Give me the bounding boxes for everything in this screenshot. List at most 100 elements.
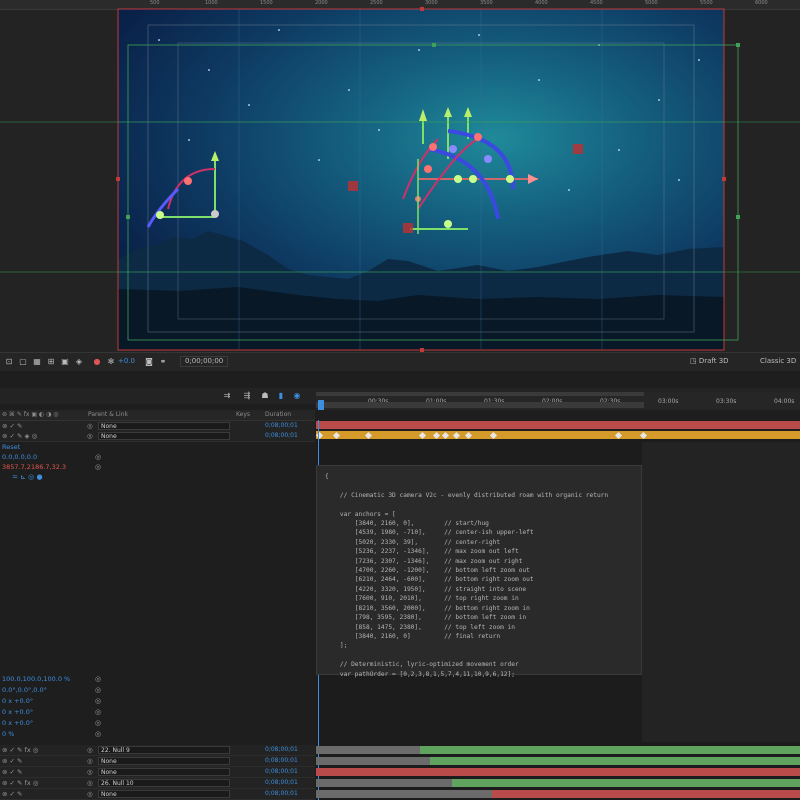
time-ruler[interactable]: 00:30s 01:00s 01:30s 02:00s 02:30s 03:00… bbox=[316, 392, 800, 410]
layer-switches[interactable]: ⊚ ✓ ✎ ◈ ◎ bbox=[2, 432, 37, 440]
layer-duration[interactable]: 0;08;00;01 bbox=[265, 779, 298, 786]
playhead[interactable] bbox=[318, 400, 324, 410]
opacity-value[interactable]: 0 % bbox=[2, 730, 14, 738]
pickwhip-icon[interactable]: ◎ bbox=[87, 432, 93, 440]
position-value[interactable]: 3857.7,2186.7,32.3 bbox=[2, 463, 66, 471]
renderer-mode[interactable]: Classic 3D bbox=[760, 357, 796, 365]
layer-bar[interactable] bbox=[492, 790, 800, 798]
layer-switches[interactable]: ⊚ ✓ ✎ bbox=[2, 768, 22, 776]
stopwatch-icon[interactable]: ◎ bbox=[95, 686, 101, 694]
pickwhip-icon[interactable]: ◎ bbox=[87, 779, 93, 787]
point-of-interest-value[interactable]: 0.0,0.0,0.0 bbox=[2, 453, 37, 461]
exposure-reset-icon[interactable]: ✻ bbox=[106, 357, 116, 367]
layer-bar[interactable] bbox=[316, 768, 800, 776]
parent-link-header[interactable]: Parent & Link bbox=[88, 411, 128, 418]
layer-switches[interactable]: ⊚ ✓ ✎ bbox=[2, 422, 22, 430]
layer-duration[interactable]: 0;08;00;01 bbox=[265, 790, 298, 797]
region-of-interest-icon[interactable]: ▢ bbox=[18, 357, 28, 367]
parent-dropdown[interactable]: None bbox=[98, 756, 230, 765]
stopwatch-icon[interactable]: ◎ bbox=[95, 708, 101, 716]
z-rotation-value[interactable]: 0 x +0.0° bbox=[2, 719, 33, 727]
parent-dropdown[interactable]: 26. Null 10 bbox=[98, 778, 230, 787]
layer-switches[interactable]: ⊚ ✓ ✎ bbox=[2, 790, 22, 798]
keyframe[interactable] bbox=[452, 431, 461, 440]
color-management-icon[interactable]: ● bbox=[92, 357, 102, 367]
expression-editor[interactable]: { // Cinematic 3D camera V2c - evenly di… bbox=[316, 465, 642, 678]
transparency-grid-icon[interactable]: ▦ bbox=[32, 357, 42, 367]
stopwatch-icon[interactable]: ◎ bbox=[95, 719, 101, 727]
x-rotation-value[interactable]: 0 x +0.0° bbox=[2, 697, 33, 705]
draft-3d-toggle-icon[interactable]: ⇶ bbox=[242, 391, 252, 401]
show-snapshot-icon[interactable]: ⚭ bbox=[158, 357, 168, 367]
keyframe[interactable] bbox=[432, 431, 441, 440]
stopwatch-icon[interactable]: ◎ bbox=[95, 463, 101, 471]
scale-value[interactable]: 100.0,100.0,100.0 % bbox=[2, 675, 70, 683]
snapshot-icon[interactable]: ◙ bbox=[144, 357, 154, 367]
keyframe[interactable] bbox=[364, 431, 373, 440]
layer-row[interactable]: ⊚ ✓ ✎ ◎ None 0;08;00;01 bbox=[0, 789, 315, 800]
layer-duration[interactable]: 0;08;00;01 bbox=[265, 768, 298, 775]
current-time[interactable]: 0;00;00;00 bbox=[180, 356, 229, 367]
layer-bar[interactable] bbox=[316, 746, 420, 754]
stopwatch-icon[interactable]: ◎ bbox=[95, 730, 101, 738]
toggle-mask-icon[interactable]: ⊡ bbox=[4, 357, 14, 367]
exposure-value[interactable]: +0.0 bbox=[118, 357, 135, 365]
layer-switches[interactable]: ⊚ ✓ ✎ fx ◎ bbox=[2, 746, 38, 754]
layer-bar[interactable] bbox=[316, 421, 800, 429]
renderer-toggle[interactable]: ◳ Draft 3D bbox=[690, 357, 729, 365]
pickwhip-icon[interactable]: ◎ bbox=[87, 746, 93, 754]
layer-bar[interactable] bbox=[452, 779, 800, 787]
motion-blur-icon[interactable]: ◉ bbox=[292, 391, 302, 401]
stopwatch-icon[interactable]: ◎ bbox=[95, 697, 101, 705]
pickwhip-icon[interactable]: ◎ bbox=[87, 757, 93, 765]
parent-dropdown[interactable]: None bbox=[98, 431, 230, 440]
expression-controls-icon[interactable]: = ⊾ ◎ ● bbox=[12, 473, 43, 481]
pickwhip-icon[interactable]: ◎ bbox=[87, 422, 93, 430]
layer-bar[interactable] bbox=[315, 431, 800, 440]
stopwatch-icon[interactable]: ◎ bbox=[95, 453, 101, 461]
layer-switches[interactable]: ⊚ ✓ ✎ fx ◎ bbox=[2, 779, 38, 787]
keyframe[interactable] bbox=[441, 431, 450, 440]
comp-flowchart-icon[interactable]: ⇉ bbox=[222, 391, 232, 401]
stopwatch-icon[interactable]: ◎ bbox=[95, 675, 101, 683]
layer-duration[interactable]: 0;08;00;01 bbox=[265, 746, 298, 753]
composition-viewer[interactable]: 500 1000 1500 2000 2500 3000 3500 4000 4… bbox=[0, 0, 800, 352]
y-rotation-value[interactable]: 0 x +0.0° bbox=[2, 708, 33, 716]
layer-duration[interactable]: 0;08;00;01 bbox=[265, 757, 298, 764]
grid-guide-icon[interactable]: ⊞ bbox=[46, 357, 56, 367]
layer-row[interactable]: ⊚ ✓ ✎ ◎ None 0;08;00;01 bbox=[0, 756, 315, 767]
parent-dropdown[interactable]: None bbox=[98, 789, 230, 798]
shy-layers-icon[interactable]: ☗ bbox=[260, 391, 270, 401]
layer-row[interactable]: ⊚ ✓ ✎ fx ◎ ◎ 26. Null 10 0;08;00;01 bbox=[0, 778, 315, 789]
layer-bar[interactable] bbox=[316, 757, 430, 765]
keyframe[interactable] bbox=[489, 431, 498, 440]
orientation-value[interactable]: 0.0°,0.0°,0.0° bbox=[2, 686, 47, 694]
parent-dropdown[interactable]: 22. Null 9 bbox=[98, 745, 230, 754]
parent-dropdown[interactable]: None bbox=[98, 421, 230, 430]
expression-code[interactable]: { // Cinematic 3D camera V2c - evenly di… bbox=[317, 466, 641, 679]
layer-bar[interactable] bbox=[430, 757, 800, 765]
layer-bar[interactable] bbox=[316, 790, 492, 798]
layer-bar[interactable] bbox=[420, 746, 800, 754]
pickwhip-icon[interactable]: ◎ bbox=[87, 768, 93, 776]
keyframe[interactable] bbox=[418, 431, 427, 440]
pickwhip-icon[interactable]: ◎ bbox=[87, 790, 93, 798]
layer-duration[interactable]: 0;08;00;01 bbox=[265, 422, 298, 429]
duration-header[interactable]: Duration bbox=[265, 411, 291, 418]
keys-header[interactable]: Keys bbox=[236, 411, 250, 418]
frame-blending-icon[interactable]: ▮ bbox=[276, 391, 286, 401]
layer-bar[interactable] bbox=[316, 779, 452, 787]
parent-dropdown[interactable]: None bbox=[98, 767, 230, 776]
keyframe[interactable] bbox=[639, 431, 648, 440]
channel-icon[interactable]: ▣ bbox=[60, 357, 70, 367]
keyframe[interactable] bbox=[464, 431, 473, 440]
layer-switches[interactable]: ⊚ ✓ ✎ bbox=[2, 757, 22, 765]
reset-link[interactable]: Reset bbox=[2, 443, 20, 451]
keyframe[interactable] bbox=[614, 431, 623, 440]
keyframe[interactable] bbox=[332, 431, 341, 440]
work-area-range[interactable] bbox=[316, 402, 644, 408]
rgb-channel-icon[interactable]: ◈ bbox=[74, 357, 84, 367]
layer-row[interactable]: ⊚ ✓ ✎ ◈ ◎ ◎ None 0;08;00;01 bbox=[0, 431, 315, 442]
layer-row[interactable]: ⊚ ✓ ✎ fx ◎ ◎ 22. Null 9 0;08;00;01 bbox=[0, 745, 315, 756]
work-area-bar[interactable] bbox=[316, 392, 644, 396]
